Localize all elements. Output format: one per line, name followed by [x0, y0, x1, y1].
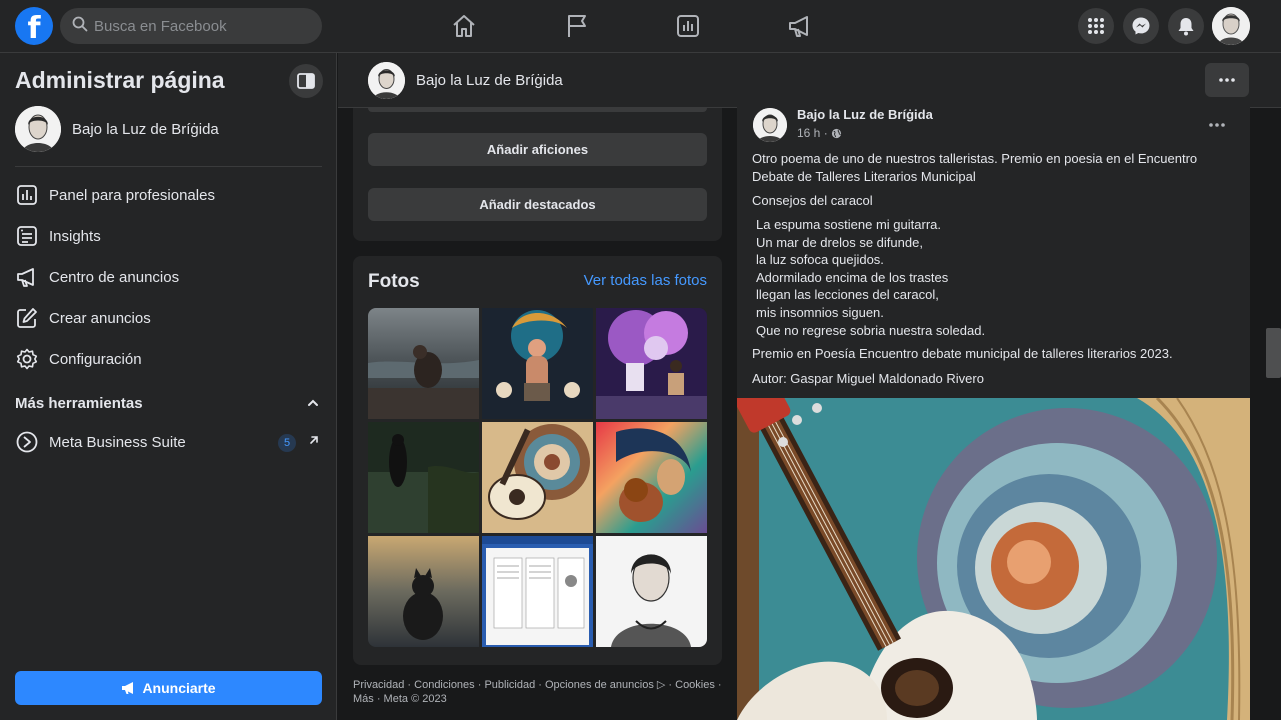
search-icon [72, 16, 88, 37]
photo-thumbnail[interactable] [596, 422, 707, 533]
photo-thumbnail[interactable] [368, 308, 479, 419]
add-featured-button[interactable]: Añadir destacados [368, 188, 707, 221]
gear-icon [15, 347, 39, 371]
post-timestamp[interactable]: 16 h · [797, 126, 842, 140]
sidebar-item-label: Centro de anuncios [49, 268, 180, 286]
photos-card: Fotos Ver todas las fotos [353, 256, 722, 665]
page-avatar[interactable] [368, 62, 405, 99]
photo-thumbnail[interactable] [596, 536, 707, 647]
sidebar-item-settings[interactable]: Configuración [15, 341, 322, 377]
post-author-avatar[interactable] [753, 108, 787, 142]
sidebar-collapse-icon[interactable] [289, 64, 323, 98]
photo-grid [368, 308, 707, 647]
more-tools-heading[interactable]: Más herramientas [15, 395, 143, 412]
facebook-logo[interactable]: f [15, 7, 53, 45]
page-name[interactable]: Bajo la Luz de Bríġida [416, 72, 563, 89]
advertise-button[interactable]: Anunciarte [15, 671, 322, 705]
sidebar-item-create-ads[interactable]: Crear anuncios [15, 300, 322, 336]
photo-thumbnail[interactable] [482, 308, 593, 419]
post-intro: Otro poema de uno de nuestros tallerista… [752, 151, 1198, 184]
sidebar-item-label: Meta Business Suite [49, 433, 186, 451]
poem-title: Consejos del caracol [752, 193, 873, 208]
notification-badge: 5 [278, 434, 296, 452]
meta-business-suite-icon [15, 430, 39, 454]
scrollbar-thumb[interactable] [1266, 328, 1281, 378]
more-icon [1219, 78, 1235, 82]
post-card: Bajo la Luz de Bríġida 16 h · Otro poema… [737, 98, 1250, 720]
flag-icon[interactable] [563, 12, 591, 40]
top-navigation-bar: f [0, 0, 1281, 53]
external-link-icon[interactable] [308, 433, 320, 451]
chevron-up-icon[interactable] [307, 396, 319, 414]
partial-button [368, 108, 707, 112]
profile-avatar[interactable] [1212, 7, 1250, 45]
post-author-line: Autor: Gaspar Miguel Maldonado Rivero [752, 371, 984, 386]
post-author-name[interactable]: Bajo la Luz de Bríġida [797, 107, 933, 122]
sidebar-page-name: Bajo la Luz de Bríġida [72, 120, 219, 138]
photo-thumbnail[interactable] [596, 308, 707, 419]
insights-icon [15, 224, 39, 248]
footer-links[interactable]: Privacidad · Condiciones · Publicidad · … [353, 678, 723, 692]
notifications-icon[interactable] [1168, 8, 1204, 44]
post-award-line: Premio en Poesía Encuentro debate munici… [752, 346, 1173, 361]
sidebar-title: Administrar página [15, 67, 225, 93]
sidebar-item-label: Configuración [49, 350, 142, 368]
manage-page-sidebar: Administrar página Bajo la Luz de Bríġid… [0, 53, 337, 720]
photo-thumbnail[interactable] [482, 536, 593, 647]
megaphone-icon [122, 682, 134, 694]
add-hobbies-button[interactable]: Añadir aficiones [368, 133, 707, 166]
sidebar-item-professional-dashboard[interactable]: Panel para profesionales [15, 177, 322, 213]
sidebar-item-ad-center[interactable]: Centro de anuncios [15, 259, 322, 295]
globe-icon [831, 128, 841, 138]
poem-line: llegan las lecciones del caracol, [756, 287, 939, 303]
advertise-label: Anunciarte [142, 680, 216, 696]
sidebar-item-label: Panel para profesionales [49, 186, 215, 204]
poem-line: la luz sofoca quejidos. [756, 252, 884, 268]
search-bar[interactable] [60, 8, 322, 44]
photos-title: Fotos [368, 271, 420, 292]
post-image[interactable] [737, 398, 1250, 720]
search-input[interactable] [94, 17, 304, 35]
photo-thumbnail[interactable] [368, 536, 479, 647]
megaphone-icon [15, 265, 39, 289]
sidebar-item-label: Crear anuncios [49, 309, 151, 327]
footer-copyright: Más · Meta © 2023 [353, 693, 447, 705]
about-card: Añadir aficiones Añadir destacados [353, 108, 722, 241]
post-options-icon[interactable] [1209, 114, 1225, 132]
photo-thumbnail[interactable] [368, 422, 479, 533]
see-all-photos-link[interactable]: Ver todas las fotos [584, 272, 707, 289]
insights-icon[interactable] [674, 12, 702, 40]
divider [15, 166, 322, 167]
menu-grid-icon[interactable] [1078, 8, 1114, 44]
sidebar-page-profile[interactable]: Bajo la Luz de Bríġida [15, 106, 219, 152]
sidebar-item-label: Insights [49, 227, 101, 245]
megaphone-icon[interactable] [786, 12, 814, 40]
edit-icon [15, 306, 39, 330]
page-avatar [15, 106, 61, 152]
poem-line: mis insomnios siguen. [756, 304, 884, 320]
messenger-icon[interactable] [1123, 8, 1159, 44]
dashboard-icon [15, 183, 39, 207]
poem-line: La espuma sostiene mi guitarra. [756, 217, 941, 232]
poem-line: Un mar de drelos se difunde, [756, 234, 923, 250]
more-options-button[interactable] [1205, 63, 1249, 97]
sidebar-item-meta-business-suite[interactable]: Meta Business Suite [15, 424, 322, 460]
page-footer: Privacidad · Condiciones · Publicidad · … [353, 678, 723, 706]
home-icon[interactable] [450, 12, 478, 40]
poem-line: Adormilado encima de los trastes [756, 269, 949, 285]
poem-body: La espuma sostiene mi guitarra. Un mar d… [756, 216, 985, 339]
poem-line: Que no regrese sobria nuestra soledad. [756, 322, 986, 338]
post-time-text: 16 h · [797, 126, 828, 140]
sidebar-item-insights[interactable]: Insights [15, 218, 322, 254]
photo-thumbnail[interactable] [482, 422, 593, 533]
